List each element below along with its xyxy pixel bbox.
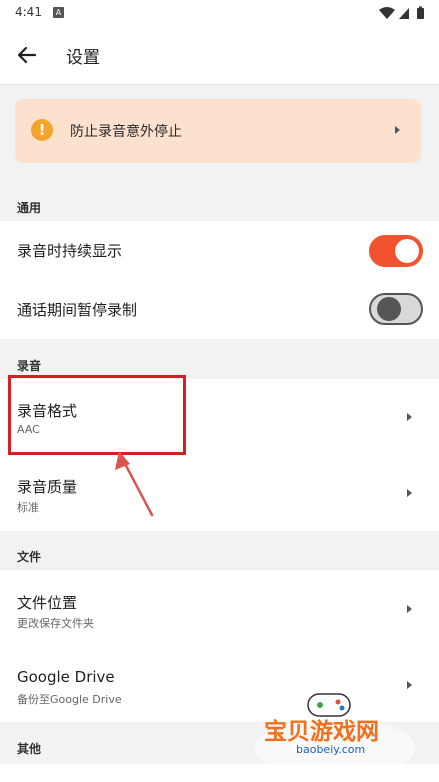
row-title: 通话期间暂停录制 [17,301,138,319]
row-subtitle: 备份至Google Drive [17,693,122,706]
status-icons [377,5,427,24]
notification-badge-icon: A [53,7,64,18]
section-header-other: 其他 [17,742,42,756]
warning-icon: ! [31,119,53,141]
section-header-general: 通用 [17,201,42,215]
section-header-files: 文件 [17,550,42,564]
back-arrow-icon[interactable] [14,42,40,68]
annotation-arrow-icon [115,451,154,517]
signal-icon [399,8,409,19]
general-card: 录音时持续显示 通话期间暂停录制 [0,221,439,339]
status-bar: 4:41 A [0,0,439,26]
row-title: Google Drive [17,668,115,686]
keep-showing-toggle[interactable] [369,235,423,267]
row-title: 文件位置 [17,594,78,612]
recording-quality-row[interactable]: 录音质量 标准 [0,455,439,531]
row-subtitle: 更改保存文件夹 [17,617,94,630]
pause-during-call-toggle[interactable] [369,293,423,325]
row-title: 录音质量 [17,478,78,496]
chevron-right-icon [407,413,412,421]
row-subtitle: 标准 [17,501,39,514]
keep-showing-row[interactable]: 录音时持续显示 [0,221,439,280]
wifi-icon [379,7,395,19]
app-bar: 设置 [0,26,439,85]
toggle-knob [395,239,419,263]
prevent-stop-banner[interactable]: ! 防止录音意外停止 [15,99,421,163]
row-title: 录音时持续显示 [17,242,123,260]
banner-text: 防止录音意外停止 [70,124,182,140]
pause-during-call-row[interactable]: 通话期间暂停录制 [0,280,439,339]
status-time: 4:41 [15,5,42,19]
watermark-title: 宝贝游戏网 [264,719,379,745]
chevron-right-icon [407,605,412,613]
watermark-logo: 宝贝游戏网 baobeiy.com [250,690,420,782]
chevron-right-icon [407,489,412,497]
page-title: 设置 [66,48,100,68]
section-header-recording: 录音 [17,359,42,373]
chevron-right-icon [407,681,412,689]
watermark-domain: baobeiy.com [292,743,370,756]
toggle-knob [377,297,401,321]
file-location-row[interactable]: 文件位置 更改保存文件夹 [0,570,439,646]
battery-icon [417,6,424,19]
chevron-right-icon [395,126,400,134]
